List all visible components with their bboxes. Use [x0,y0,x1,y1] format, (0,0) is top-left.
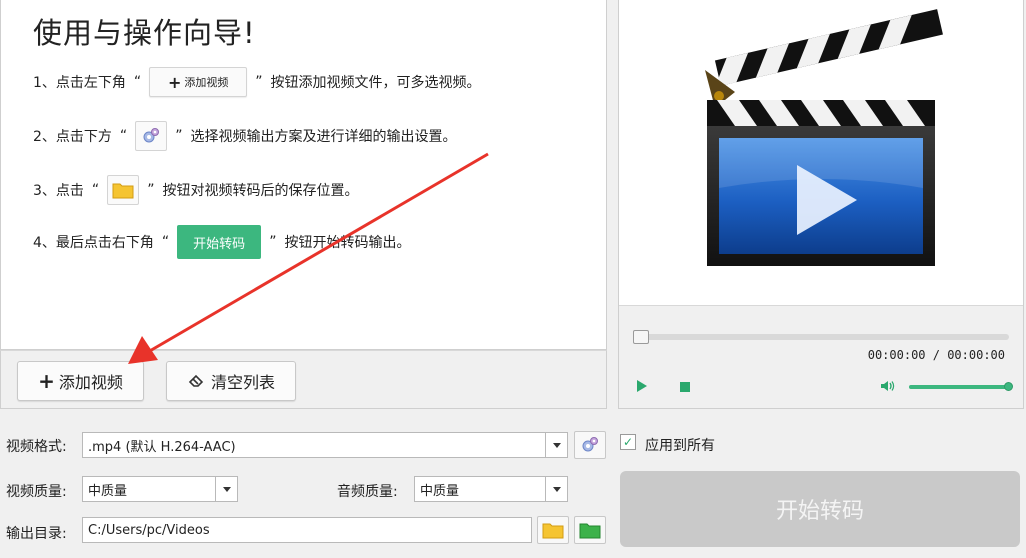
step-4-text: 4、最后点击右下角 [33,235,154,251]
quote-open: “ [119,128,128,144]
video-quality-select[interactable]: 中质量 [82,476,238,502]
audio-quality-select[interactable]: 中质量 [414,476,568,502]
quote-open: “ [91,182,100,198]
clear-list-label: 清空列表 [210,373,275,392]
guide-step-4: 4、最后点击右下角 “ 开始转码 ” 按钮开始转码输出。 [33,224,410,260]
volume-fill [909,385,1009,389]
guide-step-3: 3、点击 “ ” 按钮对视频转码后的保存位置。 [33,172,358,208]
video-preview [619,0,1023,305]
video-quality-value: 中质量 [88,483,128,499]
quote-close: ” [269,234,277,250]
folder-sample-icon [107,175,140,205]
play-icon[interactable] [637,380,647,392]
open-folder-button[interactable] [574,516,606,544]
step-2-desc: 选择视频输出方案及进行详细的输出设置。 [190,129,457,145]
guide-step-1: 1、点击左下角 “ + 添加视频 ” 按钮添加视频文件，可多选视频。 [33,64,480,100]
volume-icon[interactable] [879,378,895,398]
eraser-icon [187,372,205,390]
format-select[interactable]: .mp4 (默认 H.264-AAC) [82,432,568,458]
seek-bar[interactable] [633,330,1009,344]
step-2-text: 2、点击下方 [33,129,112,145]
add-video-button[interactable]: + 添加视频 [17,361,144,401]
format-label: 视频格式: [6,439,67,455]
player-controls: 00:00:00 / 00:00:00 [619,305,1023,408]
clapperboard-icon [705,9,943,266]
guide-add-video-sample: + 添加视频 [149,67,248,97]
add-video-label: 添加视频 [58,373,123,392]
browse-folder-button[interactable] [537,516,569,544]
time-display: 00:00:00 / 00:00:00 [867,348,1005,362]
guide-panel: 使用与操作向导! 1、点击左下角 “ + 添加视频 ” 按钮添加视频文件，可多选… [0,0,607,350]
seek-handle[interactable] [633,330,649,344]
quote-close: ” [147,182,155,198]
plus-icon: + [38,369,55,393]
chevron-down-icon[interactable] [545,433,567,457]
plus-icon: + [167,72,182,92]
output-dir-label: 输出目录: [6,526,67,542]
list-toolbar: + 添加视频 清空列表 [0,350,607,409]
output-dir-value: C:/Users/pc/Videos [88,522,210,538]
quote-close: ” [175,128,183,144]
preview-panel: 00:00:00 / 00:00:00 [618,0,1024,409]
output-dir-input[interactable]: C:/Users/pc/Videos [82,517,532,543]
apply-all-label: 应用到所有 [645,438,715,454]
quote-open: “ [161,234,170,250]
step-3-desc: 按钮对视频转码后的保存位置。 [162,183,359,199]
stop-icon[interactable] [680,382,690,392]
guide-add-video-sample-label: 添加视频 [184,76,229,89]
step-3-text: 3、点击 [33,183,84,199]
open-folder-icon [579,523,601,539]
format-value: .mp4 (默认 H.264-AAC) [88,439,236,455]
chevron-down-icon[interactable] [215,477,237,501]
step-1-text: 1、点击左下角 [33,75,126,91]
video-quality-label: 视频质量: [6,484,67,500]
audio-quality-label: 音频质量: [337,484,398,500]
step-4-desc: 按钮开始转码输出。 [284,235,411,251]
clear-list-button[interactable]: 清空列表 [166,361,296,401]
guide-start-sample: 开始转码 [177,225,262,259]
folder-icon [542,523,564,539]
step-1-desc: 按钮添加视频文件，可多选视频。 [270,75,481,91]
guide-title: 使用与操作向导! [33,16,256,50]
apply-all-checkbox[interactable]: ✓ [620,434,636,450]
settings-sample-icon [135,121,168,151]
gears-icon [582,437,598,452]
quote-close: ” [255,74,263,90]
guide-step-2: 2、点击下方 “ ” 选择视频输出方案及进行详细的输出设置。 [33,118,456,154]
volume-handle[interactable] [1004,382,1013,391]
quote-open: “ [133,74,142,90]
start-convert-button[interactable]: 开始转码 [620,471,1020,547]
audio-quality-value: 中质量 [420,483,460,499]
volume-slider[interactable] [909,382,1013,391]
output-settings-button[interactable] [574,431,606,459]
chevron-down-icon[interactable] [545,477,567,501]
